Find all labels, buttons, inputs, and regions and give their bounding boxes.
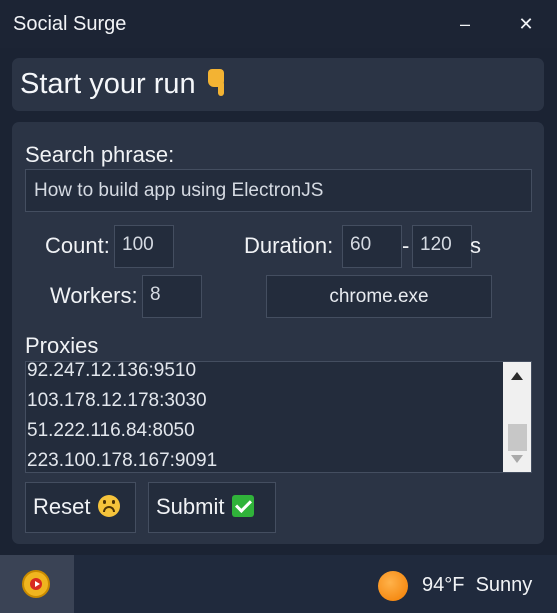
workers-input[interactable]: 8 [142,275,202,318]
reset-button[interactable]: Reset [25,482,136,533]
close-button[interactable]: ✕ [511,10,541,38]
proxies-textarea[interactable]: 92.247.12.136:9510 103.178.12.178:3030 5… [25,361,532,473]
proxy-line: 223.100.178.167:9091 [27,450,218,471]
header-panel: Start your run [12,58,544,111]
submit-button-label: Submit [156,494,225,519]
submit-button[interactable]: Submit [148,482,276,533]
browser-path-button[interactable]: chrome.exe [266,275,492,318]
duration-unit: s [470,233,481,258]
weather-condition: Sunny [475,574,533,596]
scroll-down-arrow-icon[interactable] [511,455,523,463]
duration-max-input[interactable]: 120 [412,225,472,268]
taskbar-app-button[interactable] [0,555,74,613]
weather-widget[interactable]: 94°F Sunny [422,574,532,597]
pointing-down-hand-icon [206,69,228,97]
proxies-scrollbar[interactable] [503,362,531,472]
count-input[interactable]: 100 [114,225,174,268]
duration-separator: - [402,233,410,258]
upside-down-face-icon [98,495,121,517]
workers-label: Workers: [50,283,138,308]
taskbar: 94°F Sunny [0,555,557,613]
scroll-up-arrow-icon[interactable] [511,372,523,380]
proxy-line: 51.222.116.84:8050 [27,420,195,441]
run-form: Search phrase: How to build app using El… [12,122,544,544]
page-title: Start your run [20,68,228,101]
title-bar: Social Surge – ✕ [0,0,557,48]
reset-button-label: Reset [33,494,91,519]
youtube-refresh-icon [22,570,50,598]
temperature: 94°F [422,574,465,596]
scroll-thumb[interactable] [508,424,527,451]
duration-label: Duration: [244,233,334,258]
count-label: Count: [45,233,110,258]
minimize-button[interactable]: – [450,10,480,38]
proxy-line: 92.247.12.136:9510 [27,361,197,381]
proxy-line: 103.178.12.178:3030 [27,390,207,411]
check-mark-icon [232,495,255,517]
proxies-label: Proxies [25,333,99,358]
search-label: Search phrase: [25,142,175,167]
duration-min-input[interactable]: 60 [342,225,402,268]
sun-icon[interactable] [378,571,408,601]
search-input[interactable]: How to build app using ElectronJS [25,169,532,212]
window-title: Social Surge [13,13,127,35]
